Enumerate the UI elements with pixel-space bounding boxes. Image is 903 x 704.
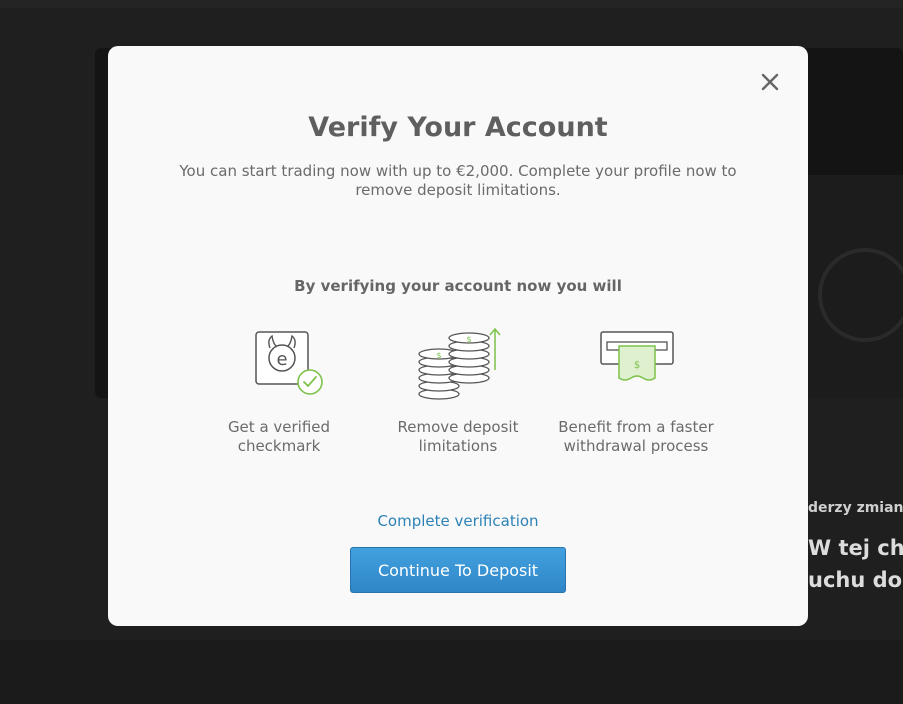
benefits-heading: By verifying your account now you will <box>294 277 622 295</box>
modal-subtitle: You can start trading now with up to €2,… <box>179 162 737 199</box>
svg-text:$: $ <box>466 335 471 344</box>
verified-checkmark-icon: e <box>255 331 323 395</box>
svg-text:$: $ <box>634 360 640 371</box>
verify-account-modal: Verify Your Account You can start tradin… <box>108 46 808 626</box>
background-bottom-area <box>0 640 903 704</box>
feature-faster-withdrawal: $ Benefit from a faster withdrawal proce… <box>551 326 721 456</box>
feature-label: Remove deposit limitations <box>397 418 519 455</box>
complete-verification-link[interactable]: Complete verification <box>108 512 808 530</box>
coin-stack-icon: $ $ <box>418 327 501 400</box>
close-icon[interactable] <box>759 71 781 93</box>
background-news-headline-line2: uchu do 6 <box>808 568 903 592</box>
modal-title: Verify Your Account <box>308 112 608 143</box>
feature-verified-checkmark: e Get a verified checkmark <box>194 326 364 456</box>
background-top-bar <box>0 0 903 8</box>
svg-text:$: $ <box>436 351 441 360</box>
background-banner-graphic <box>818 248 903 342</box>
close-button[interactable] <box>759 71 781 93</box>
svg-text:e: e <box>276 349 287 370</box>
feature-label: Benefit from a faster withdrawal process <box>558 418 714 455</box>
atm-withdrawal-icon: $ <box>600 331 674 381</box>
feature-label: Get a verified checkmark <box>227 418 331 455</box>
continue-to-deposit-button[interactable]: Continue To Deposit <box>350 547 566 593</box>
background-news-category: derzy zmian <box>808 500 903 516</box>
background-news-headline-line1: W tej chwi <box>808 536 903 560</box>
feature-remove-limitations: $ $ Remove deposit limitations <box>373 326 543 456</box>
